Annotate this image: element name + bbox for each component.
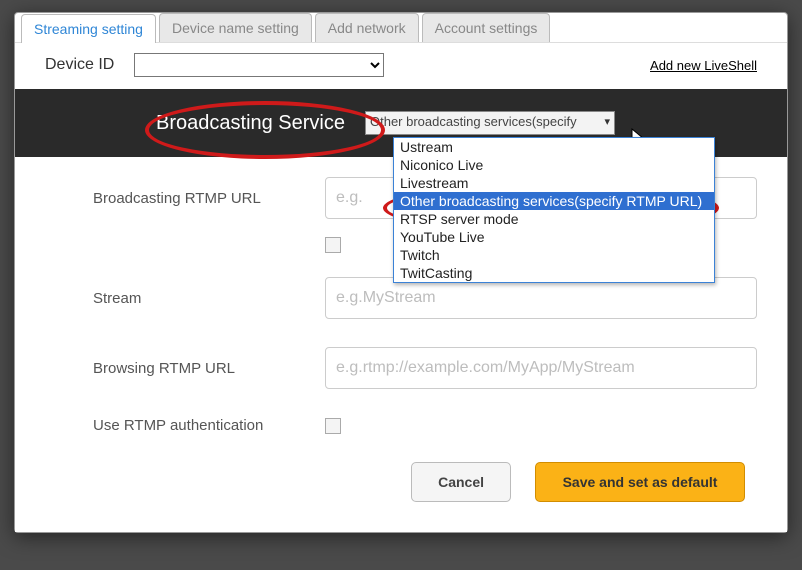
- save-default-button[interactable]: Save and set as default: [535, 462, 745, 502]
- row-browsing-rtmp-url: Browsing RTMP URL: [45, 347, 757, 389]
- cancel-button[interactable]: Cancel: [411, 462, 511, 502]
- browsing-rtmp-url-input[interactable]: [325, 347, 757, 389]
- button-row: Cancel Save and set as default: [45, 462, 757, 502]
- browsing-rtmp-url-label: Browsing RTMP URL: [45, 360, 325, 377]
- stream-label: Stream: [45, 290, 325, 307]
- dropdown-option-twitcasting[interactable]: TwitCasting: [394, 264, 714, 282]
- dropdown-option-ustream[interactable]: Ustream: [394, 138, 714, 156]
- tab-account-settings[interactable]: Account settings: [422, 13, 551, 42]
- dropdown-option-livestream[interactable]: Livestream: [394, 174, 714, 192]
- device-id-label: Device ID: [45, 56, 114, 74]
- broadcasting-service-label: Broadcasting Service: [45, 112, 365, 135]
- dropdown-option-niconico-live[interactable]: Niconico Live: [394, 156, 714, 174]
- dropdown-option-other-rtmp[interactable]: Other broadcasting services(specify RTMP…: [394, 192, 714, 210]
- broadcasting-rtmp-url-label: Broadcasting RTMP URL: [45, 190, 325, 207]
- use-rtmp-auth-label: Use RTMP authentication: [45, 417, 325, 434]
- close-icon[interactable]: ×: [756, 9, 781, 39]
- tabstrip: Streaming setting Device name setting Ad…: [15, 13, 787, 42]
- device-id-row: Device ID Add new LiveShell: [15, 42, 787, 89]
- tab-device-name-setting[interactable]: Device name setting: [159, 13, 312, 42]
- device-id-select[interactable]: [134, 53, 384, 77]
- dropdown-option-youtube-live[interactable]: YouTube Live: [394, 228, 714, 246]
- stream-input[interactable]: [325, 277, 757, 319]
- row-use-rtmp-auth: Use RTMP authentication: [45, 417, 757, 434]
- add-new-liveshell-link[interactable]: Add new LiveShell: [650, 58, 757, 73]
- dropdown-option-twitch[interactable]: Twitch: [394, 246, 714, 264]
- unknown-checkbox[interactable]: [325, 237, 341, 253]
- broadcasting-service-select[interactable]: Other broadcasting services(specify: [365, 111, 615, 135]
- dropdown-option-rtsp-server[interactable]: RTSP server mode: [394, 210, 714, 228]
- broadcasting-service-band: Broadcasting Service Other broadcasting …: [15, 89, 787, 157]
- tab-streaming-setting[interactable]: Streaming setting: [21, 14, 156, 43]
- tab-add-network[interactable]: Add network: [315, 13, 419, 42]
- broadcasting-service-dropdown[interactable]: Ustream Niconico Live Livestream Other b…: [393, 137, 715, 283]
- row-stream: Stream: [45, 277, 757, 319]
- use-rtmp-auth-checkbox[interactable]: [325, 418, 341, 434]
- settings-modal: × Streaming setting Device name setting …: [14, 12, 788, 533]
